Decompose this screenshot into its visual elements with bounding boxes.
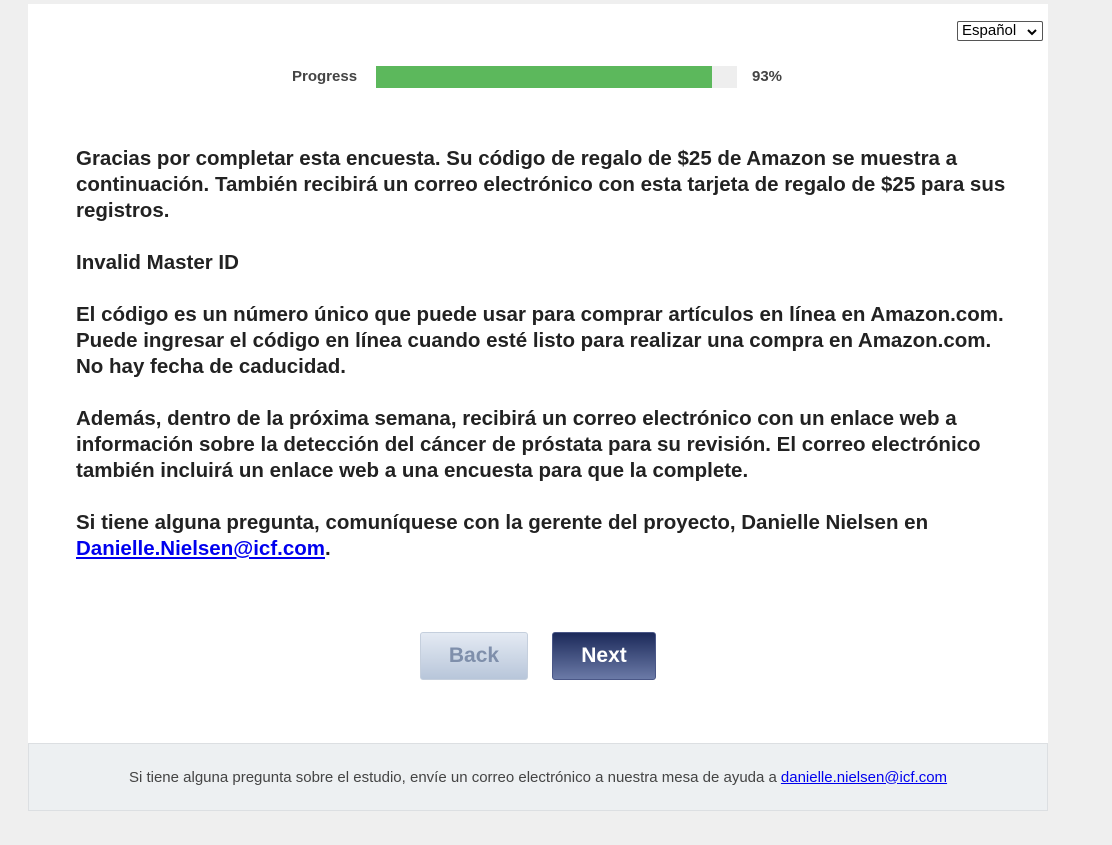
progress-bar-fill [376, 66, 712, 88]
followup-info-paragraph: Además, dentro de la próxima semana, rec… [76, 407, 981, 482]
back-button[interactable]: Back [420, 632, 528, 680]
survey-message: Gracias por completar esta encuesta. Su … [76, 146, 1016, 588]
contact-paragraph: Si tiene alguna pregunta, comuníquese co… [76, 510, 1016, 562]
footer-text: Si tiene alguna pregunta sobre el estudi… [128, 768, 777, 786]
master-id-message: Invalid Master ID [76, 251, 239, 274]
help-footer: Si tiene alguna pregunta sobre el estudi… [28, 743, 1048, 811]
progress-percent: 93% [752, 68, 783, 85]
chevron-down-icon [1026, 25, 1038, 37]
progress-bar [376, 66, 737, 88]
language-select[interactable]: Español [957, 21, 1043, 41]
language-select-value: Español [962, 22, 1017, 39]
survey-page: Español Progress 93% Gracias por complet… [28, 4, 1048, 744]
footer-email-link[interactable]: danielle.nielsen@icf.com [781, 769, 947, 786]
contact-email-link[interactable]: Danielle.Nielsen@icf.com [76, 537, 325, 560]
contact-end: . [325, 537, 331, 560]
next-button[interactable]: Next [552, 632, 656, 680]
gift-code-info-paragraph: El código es un número único que puede u… [76, 303, 1004, 378]
progress-label: Progress [292, 68, 358, 85]
thank-you-paragraph: Gracias por completar esta encuesta. Su … [76, 147, 1006, 222]
contact-text: Si tiene alguna pregunta, comuníquese co… [76, 511, 929, 534]
